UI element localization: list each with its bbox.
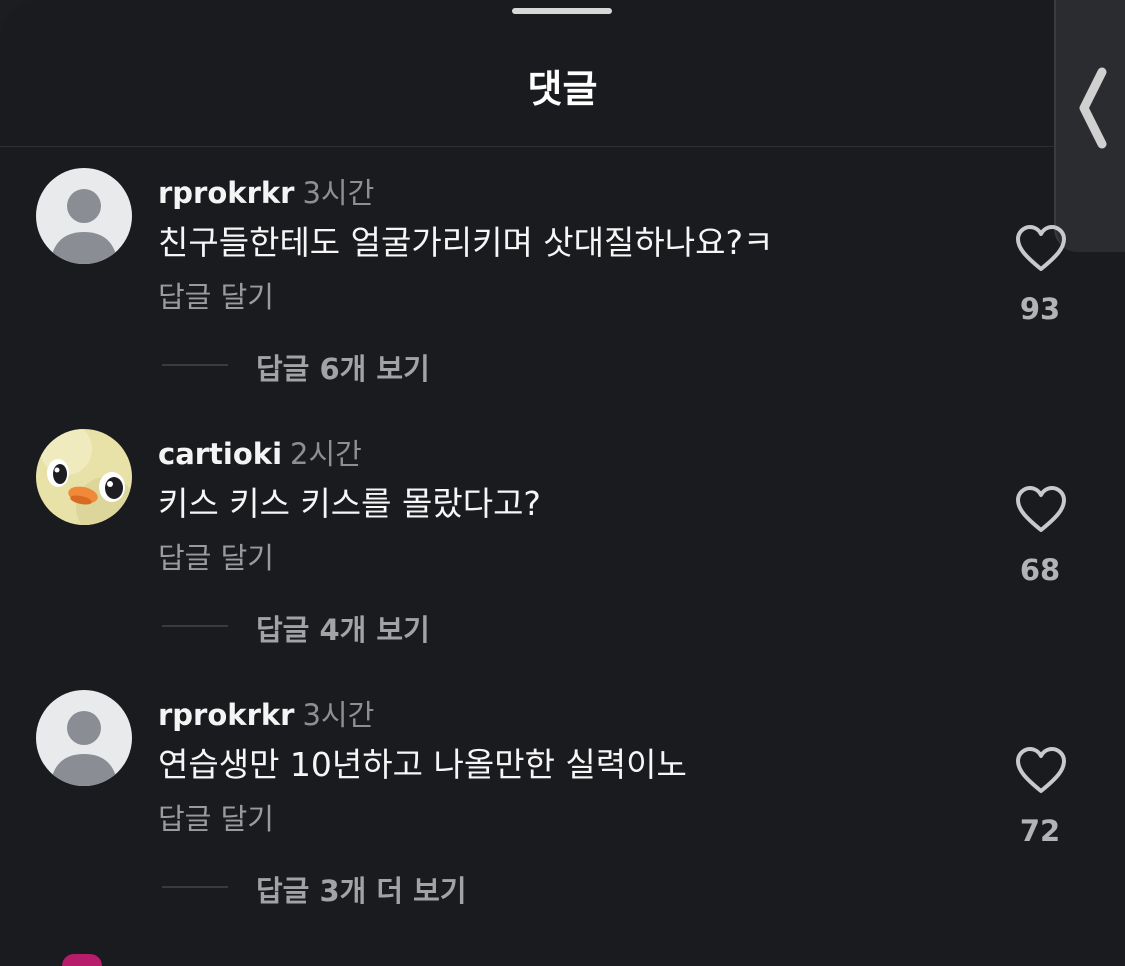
view-replies-button[interactable]: 답글 3개 더 보기 — [256, 868, 467, 910]
comment-text: 연습생만 10년하고 나올만한 실력이노 — [158, 745, 687, 784]
like-count: 93 — [1019, 292, 1061, 326]
comment-text: 키스 키스 키스를 몰랐다고? — [158, 484, 541, 523]
view-replies-button[interactable]: 답글 4개 보기 — [256, 607, 430, 649]
heart-outline-icon[interactable] — [1014, 746, 1068, 796]
reply-button[interactable]: 답글 달기 — [158, 535, 274, 577]
avatar[interactable] — [36, 690, 132, 786]
heart-outline-icon[interactable] — [1014, 224, 1068, 274]
avatar[interactable] — [36, 168, 132, 264]
comment-username[interactable]: cartioki 2시간 — [158, 431, 362, 473]
like-count: 72 — [1019, 814, 1061, 848]
sheet-grabber[interactable] — [512, 8, 612, 14]
reply-button[interactable]: 답글 달기 — [158, 274, 274, 316]
heart-outline-icon[interactable] — [1014, 485, 1068, 535]
comment-time: 3시간 — [302, 698, 375, 732]
chick-avatar-image — [36, 429, 132, 525]
person-icon — [36, 690, 132, 786]
chevron-left-icon — [1079, 67, 1107, 149]
comment-text: 친구들한테도 얼굴가리키며 삿대질하나요?ㅋ — [158, 223, 774, 262]
sheet-title: 댓글 — [527, 67, 598, 111]
replies-divider-line — [162, 886, 228, 888]
person-icon — [36, 168, 132, 264]
replies-divider-line — [162, 625, 228, 627]
replies-divider-line — [162, 364, 228, 366]
comment-item: cartioki 2시간 키스 키스 키스를 몰랐다고? 답글 달기 답글 4개 … — [0, 429, 1125, 689]
like-count: 68 — [1019, 553, 1061, 587]
view-replies-button[interactable]: 답글 6개 보기 — [256, 346, 430, 388]
next-comment-avatar-peek — [62, 954, 102, 966]
comment-username[interactable]: rprokrkr 3시간 — [158, 692, 374, 734]
avatar[interactable] — [36, 429, 132, 525]
comment-item: rprokrkr 3시간 친구들한테도 얼굴가리키며 삿대질하나요?ㅋ 답글 달기… — [0, 168, 1125, 428]
comment-time: 3시간 — [302, 176, 375, 210]
reply-button[interactable]: 답글 달기 — [158, 796, 274, 838]
comment-time: 2시간 — [290, 437, 362, 471]
header-divider — [0, 146, 1060, 147]
comment-item: rprokrkr 3시간 연습생만 10년하고 나올만한 실력이노 답글 달기 답… — [0, 690, 1125, 950]
comment-username[interactable]: rprokrkr 3시간 — [158, 170, 374, 212]
